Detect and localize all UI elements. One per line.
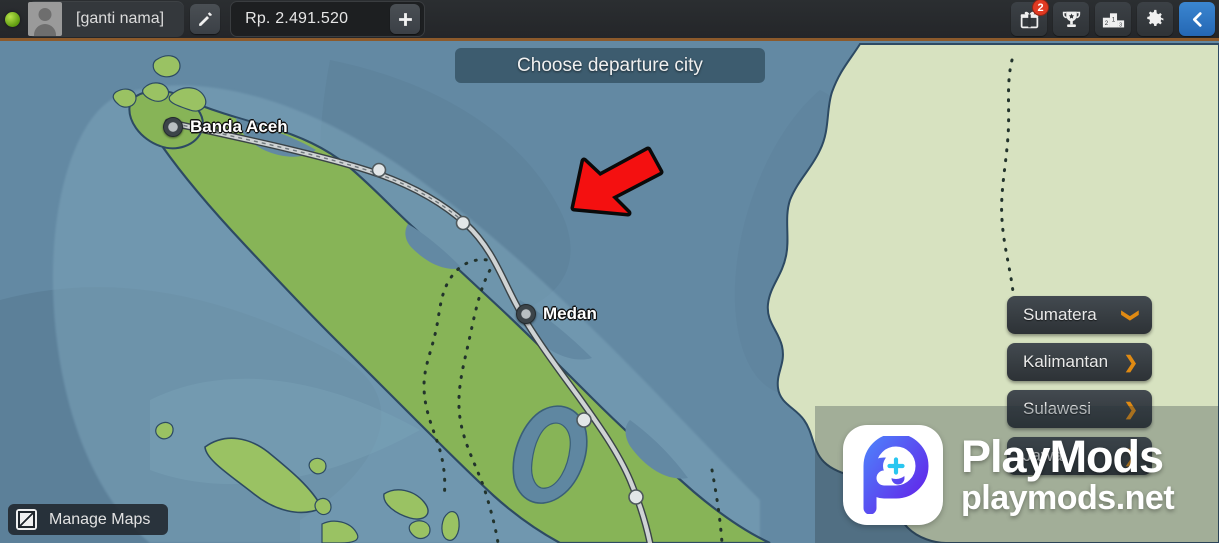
- island-label: Kalimantan: [1023, 352, 1109, 371]
- manage-maps-button[interactable]: Manage Maps: [8, 504, 169, 535]
- back-button[interactable]: [1179, 2, 1215, 36]
- add-money-button[interactable]: [390, 4, 421, 34]
- red-arrow-annotation-icon: [570, 146, 664, 217]
- gift-badge-count: 2: [1032, 0, 1049, 16]
- island-item-kalimantan[interactable]: Kalimantan ❯: [1007, 343, 1152, 381]
- gear-icon: [1146, 9, 1163, 26]
- map-image-icon: [16, 509, 37, 530]
- playmods-logo-icon: [843, 424, 943, 525]
- top-bar: [ganti nama] Rp. 2.491.520 2 2 1 3: [0, 0, 1219, 41]
- city-dot-icon: [516, 304, 536, 324]
- trophy-icon: [1062, 11, 1080, 27]
- city-marker-banda-aceh[interactable]: Banda Aceh: [163, 117, 288, 137]
- island-item-sumatera[interactable]: Sumatera ❯: [1007, 296, 1152, 334]
- watermark-subtitle: playmods.net: [961, 479, 1175, 517]
- money-value: Rp. 2.491.520: [245, 10, 349, 27]
- leaderboard-button[interactable]: 2 1 3: [1095, 2, 1131, 36]
- svg-text:3: 3: [1119, 22, 1122, 28]
- city-label: Banda Aceh: [190, 117, 288, 136]
- player-name-pill: [ganti nama]: [28, 1, 185, 37]
- svg-text:2: 2: [1104, 19, 1108, 26]
- podium-icon: 2 1 3: [1102, 12, 1124, 28]
- top-bar-actions: 2 2 1 3: [1011, 0, 1219, 36]
- chevron-right-icon: ❯: [1123, 352, 1138, 372]
- trophy-button[interactable]: [1053, 2, 1089, 36]
- person-avatar-icon[interactable]: [28, 2, 62, 36]
- edit-name-button[interactable]: [190, 4, 221, 34]
- city-dot-icon: [163, 117, 183, 137]
- money-display: Rp. 2.491.520: [230, 1, 426, 37]
- departure-city-banner: Choose departure city: [455, 48, 765, 83]
- settings-button[interactable]: [1137, 2, 1173, 36]
- banner-title: Choose departure city: [517, 54, 703, 76]
- gift-button[interactable]: 2: [1011, 0, 1049, 36]
- city-marker-medan[interactable]: Medan: [516, 304, 597, 324]
- playmods-watermark: PlayMods playmods.net: [815, 406, 1219, 543]
- city-label: Medan: [543, 304, 597, 323]
- island-label: Sumatera: [1023, 305, 1097, 324]
- manage-maps-label: Manage Maps: [49, 510, 151, 528]
- online-status-dot-icon: [5, 11, 20, 27]
- player-name-label: [ganti nama]: [76, 10, 165, 27]
- plus-icon: [398, 12, 412, 26]
- chevron-left-icon: [1192, 11, 1202, 27]
- chevron-down-icon: ❯: [1121, 307, 1141, 323]
- watermark-title: PlayMods: [961, 431, 1164, 482]
- pencil-icon: [198, 11, 212, 26]
- svg-text:1: 1: [1111, 16, 1115, 23]
- game-screen: Banda Aceh Medan [ganti nama] Rp. 2.491.…: [0, 0, 1219, 543]
